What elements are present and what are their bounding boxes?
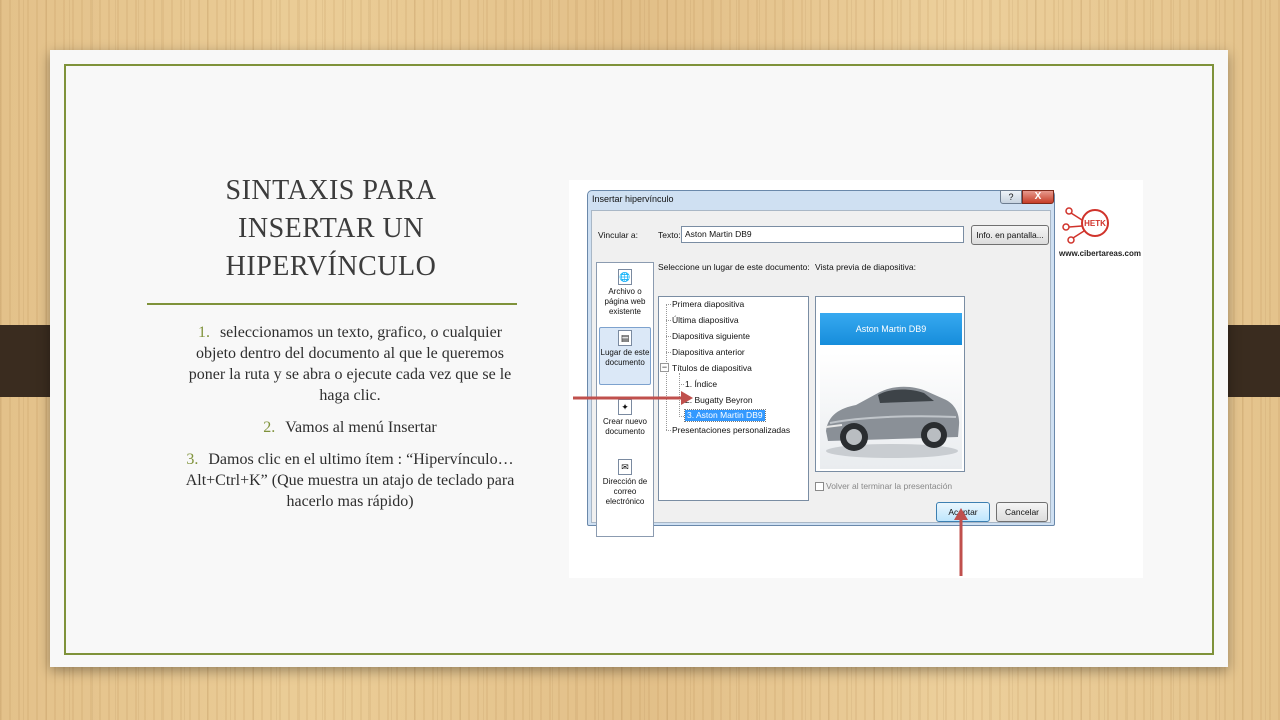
step-number: 2.: [263, 419, 276, 436]
step-number: 1.: [197, 324, 210, 341]
step-text: Damos clic en el ultimo ítem : “Hipervín…: [185, 451, 515, 510]
annotation-arrows: [573, 391, 968, 576]
step-item: 3. Damos clic en el ultimo ítem : “Hiperv…: [180, 449, 520, 512]
dialog-screenshot: Insertar hipervínculo ? X Vincular a: Te…: [569, 180, 1143, 578]
steps-list: 1. seleccionamos un texto, grafico, o cua…: [180, 322, 520, 523]
slide-title: SINTAXIS PARA INSERTAR UN HIPERVÍNCULO: [148, 172, 514, 286]
title-underline: [147, 303, 517, 305]
step-item: 1. seleccionamos un texto, grafico, o cua…: [180, 322, 520, 406]
step-text: Vamos al menú Insertar: [285, 419, 437, 436]
title-line-2: INSERTAR UN: [238, 213, 424, 244]
horizontal-arrow-head: [681, 391, 693, 405]
vertical-arrow-head: [954, 508, 968, 520]
title-line-1: SINTAXIS PARA: [225, 175, 437, 206]
title-line-3: HIPERVÍNCULO: [225, 251, 437, 282]
step-number: 3.: [186, 451, 199, 468]
step-item: 2. Vamos al menú Insertar: [180, 417, 520, 438]
step-text: seleccionamos un texto, grafico, o cualq…: [188, 324, 512, 404]
